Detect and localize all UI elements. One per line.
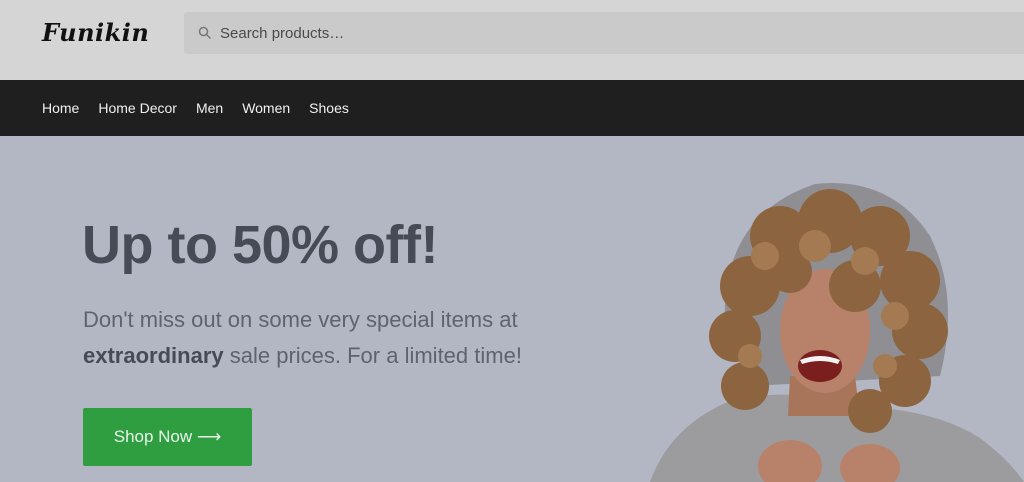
search-icon	[198, 26, 212, 40]
top-header: Funikin	[0, 0, 1024, 80]
hero-subtext: Don't miss out on some very special item…	[83, 302, 603, 374]
hero-subtext-line1: Don't miss out on some very special item…	[83, 307, 518, 332]
site-logo[interactable]: Funikin	[42, 18, 149, 47]
hero-model-image	[650, 183, 1024, 482]
nav-item-home-decor[interactable]: Home Decor	[98, 100, 177, 116]
shop-now-button[interactable]: Shop Now ⟶	[83, 408, 252, 466]
search-input[interactable]	[220, 12, 1000, 54]
hero-banner: Up to 50% off! Don't miss out on some ve…	[0, 136, 1024, 482]
nav-item-women[interactable]: Women	[242, 100, 290, 116]
hero-subtext-emphasis: extraordinary	[83, 343, 224, 368]
search-box[interactable]	[184, 12, 1024, 54]
nav-item-shoes[interactable]: Shoes	[309, 100, 349, 116]
hero-subtext-line2: sale prices. For a limited time!	[223, 343, 522, 368]
nav-item-men[interactable]: Men	[196, 100, 223, 116]
hero-heading: Up to 50% off!	[82, 215, 438, 275]
nav-item-home[interactable]: Home	[42, 100, 79, 116]
main-nav: Home Home Decor Men Women Shoes	[0, 80, 1024, 136]
